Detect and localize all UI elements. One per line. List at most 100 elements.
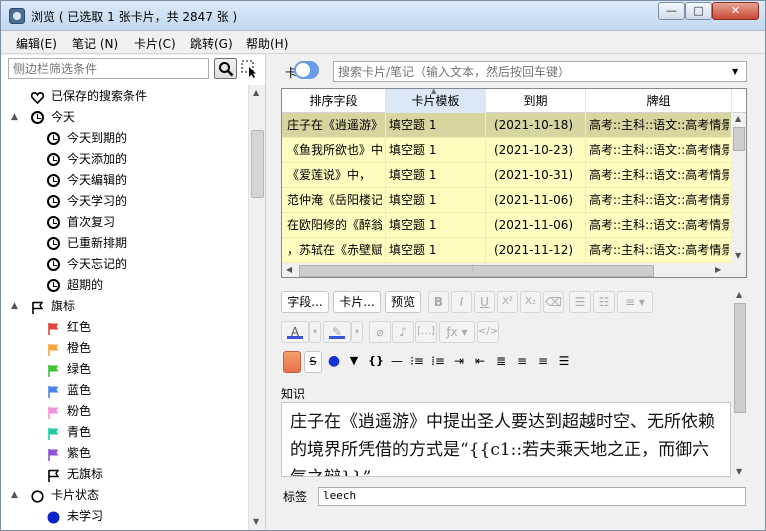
dropdown-triangle-icon[interactable]: ▼ (345, 351, 363, 373)
menu-go[interactable]: 跳转(G) (190, 35, 233, 52)
preview-button[interactable]: 预览 (385, 291, 421, 313)
table-vertical-scroll-thumb[interactable] (733, 127, 745, 151)
expand-caret-icon[interactable]: ▲ (11, 296, 18, 317)
scroll-up-arrow-icon[interactable]: ▲ (736, 290, 742, 299)
clock-icon (47, 216, 60, 229)
flag-icon (47, 342, 60, 356)
sidebar-item-label: 旗标 (51, 299, 76, 313)
scroll-left-arrow-icon[interactable]: ◀ (286, 265, 292, 274)
sidebar-scrollbar[interactable]: ▲ ▼ (248, 85, 265, 530)
align-center-icon[interactable]: ≣ (492, 351, 510, 373)
fields-button[interactable]: 字段... (281, 291, 329, 313)
scroll-up-arrow-icon[interactable]: ▲ (735, 114, 741, 123)
scroll-up-arrow-icon[interactable]: ▲ (253, 88, 259, 97)
cards-button[interactable]: 卡片... (333, 291, 381, 313)
color-palette-icon[interactable] (283, 351, 301, 373)
bullet-list-icon[interactable]: ☰ (569, 291, 591, 313)
column-deck[interactable]: 牌组 (586, 89, 732, 113)
table-cell: (2021-10-23) (493, 143, 574, 157)
menu-notes[interactable]: 笔记 (N) (72, 35, 118, 52)
table-horizontal-scrollbar[interactable]: ◀ ⦙ ▶ (282, 263, 746, 277)
sidebar: 已保存的搜索条件 ▲ 今天今天到期的今天添加的今天编辑的今天学习的首次复习已重新排期… (1, 55, 266, 530)
cloze-icon[interactable]: […] (415, 321, 437, 343)
sidebar-scroll-thumb[interactable] (251, 130, 264, 198)
attachment-icon[interactable]: ⌀ (369, 321, 391, 343)
flag-outline-icon (47, 468, 60, 482)
subscript-button[interactable]: X₂ (520, 291, 541, 313)
italic-button[interactable]: I (451, 291, 472, 313)
text-color-icon[interactable]: A (281, 321, 309, 343)
superscript-button[interactable]: X² (497, 291, 518, 313)
blue-dot-icon[interactable]: ● (325, 351, 343, 373)
table-row[interactable]: 庄子在《逍遥游》中提出圣人要达到超越时空填空题 1 (2021-10-18) 高考:… (282, 113, 732, 138)
search-history-dropdown-icon[interactable]: ▼ (732, 67, 738, 76)
sidebar-search-button[interactable] (214, 58, 237, 79)
table-cell: 高考::主科::语文::高考情景默写 (589, 243, 729, 257)
scroll-right-arrow-icon[interactable]: ▶ (715, 265, 721, 274)
sidebar-filter-input[interactable] (8, 58, 209, 79)
expand-caret-icon[interactable]: ▲ (11, 107, 18, 128)
table-row[interactable]: 范仲淹《岳阳楼记》中填空题 1 (2021-11-06) 高考::主科::语文::高… (282, 188, 732, 213)
sidebar-item-label: 红色 (67, 320, 92, 334)
table-row[interactable]: ，苏轼在《赤壁赋》中填空题 1 (2021-11-12) 高考::主科::语文::高… (282, 238, 732, 263)
ordered-list-icon[interactable]: ⁞≡ (429, 351, 447, 373)
numbered-list-icon[interactable]: ☷ (593, 291, 615, 313)
indent-icon[interactable]: ⇥ (450, 351, 468, 373)
formula-icon[interactable]: ƒx ▾ (439, 321, 475, 343)
scroll-down-arrow-icon[interactable]: ▼ (736, 467, 742, 476)
flag-icon (47, 447, 60, 461)
alignment-dropdown-icon[interactable]: ≡ ▾ (617, 291, 653, 313)
table-cell: 高考::主科::语文::高考情景默写 (589, 193, 729, 207)
editor-scroll-thumb[interactable] (734, 303, 746, 413)
microphone-icon[interactable]: ♪ (392, 321, 414, 343)
search-input[interactable] (333, 61, 747, 82)
close-button[interactable]: ✕ (712, 2, 759, 20)
cards-notes-toggle[interactable] (294, 61, 319, 79)
outdent-icon[interactable]: ⇤ (471, 351, 489, 373)
table-row[interactable]: 《爱莲说》中， 填空题 1 (2021-10-31) 高考::主科::语文::高考情景… (282, 163, 732, 188)
strikethrough-icon[interactable]: S (304, 351, 322, 373)
scroll-down-arrow-icon[interactable]: ▼ (735, 251, 741, 260)
menu-cards[interactable]: 卡片(C) (134, 35, 176, 52)
table-row[interactable]: 《鱼我所欲也》中，孟子填空题 1 (2021-10-23) 高考::主科::语文::… (282, 138, 732, 163)
sidebar-item-label: 今天学习的 (67, 194, 128, 208)
column-due[interactable]: 到期 (486, 89, 586, 113)
title-bar[interactable]: 浏览 ( 已选取 1 张卡片，共 2847 张 ) — □ ✕ (1, 1, 765, 31)
menu-help[interactable]: 帮助(H) (246, 35, 288, 52)
highlight-dropdown-icon[interactable]: ▾ (351, 321, 363, 343)
table-vertical-scrollbar[interactable]: ▲ ▼ (731, 113, 746, 263)
underline-button[interactable]: U (474, 291, 495, 313)
table-cell: ，苏轼在《赤壁赋》中 (287, 243, 382, 257)
html-editor-icon[interactable]: </> (477, 321, 499, 343)
table-header: 排序字段 卡片模板 到期 牌组 ▲ (282, 89, 746, 113)
align-right-icon[interactable]: ≡ (534, 351, 552, 373)
sidebar-tree: 已保存的搜索条件 ▲ 今天 今天到期的 今天添加的 今天编辑的 今天学习的 首次复习 已重新排期… (1, 85, 248, 530)
eraser-icon[interactable]: ⌫ (543, 291, 564, 313)
sidebar-item-label: 今天 (51, 110, 76, 124)
selection-tool-icon[interactable] (241, 60, 259, 78)
table-cell: 填空题 1 (389, 168, 437, 182)
table-row[interactable]: 在欧阳修的《醉翁亭记》中填空题 1 (2021-11-06) 高考::主科::语文:… (282, 213, 732, 238)
sidebar-item-label: 今天添加的 (67, 152, 128, 166)
menu-edit[interactable]: 编辑(E) (16, 35, 57, 52)
scroll-down-arrow-icon[interactable]: ▼ (253, 517, 259, 526)
braces-icon[interactable]: {} (367, 351, 385, 373)
horizontal-rule-icon[interactable]: — (388, 351, 406, 373)
bold-button[interactable]: B (428, 291, 449, 313)
tags-label: 标签 (283, 490, 308, 504)
text-color-dropdown-icon[interactable]: ▾ (309, 321, 321, 343)
column-divider (585, 113, 586, 263)
field-editor[interactable]: 庄子在《逍遥游》中提出圣人要达到超越时空、无所依赖的境界所凭借的方式是“{{c1… (281, 402, 731, 477)
sidebar-item-label: 卡片状态 (51, 488, 100, 502)
justify-icon[interactable]: ☰ (555, 351, 573, 373)
expand-caret-icon[interactable]: ▲ (11, 485, 18, 506)
tags-input[interactable]: leech (318, 487, 746, 506)
column-sort-field[interactable]: 排序字段 (282, 89, 386, 113)
align-left-icon[interactable]: ≡ (513, 351, 531, 373)
minimize-button[interactable]: — (658, 2, 685, 20)
maximize-button[interactable]: □ (685, 2, 712, 20)
editor-scrollbar[interactable]: ▲ ▼ (732, 289, 748, 481)
unordered-list-icon[interactable]: ⁝≡ (408, 351, 426, 373)
table-horizontal-scroll-thumb[interactable]: ⦙ (299, 264, 654, 277)
highlight-icon[interactable]: ✎ (323, 321, 351, 343)
